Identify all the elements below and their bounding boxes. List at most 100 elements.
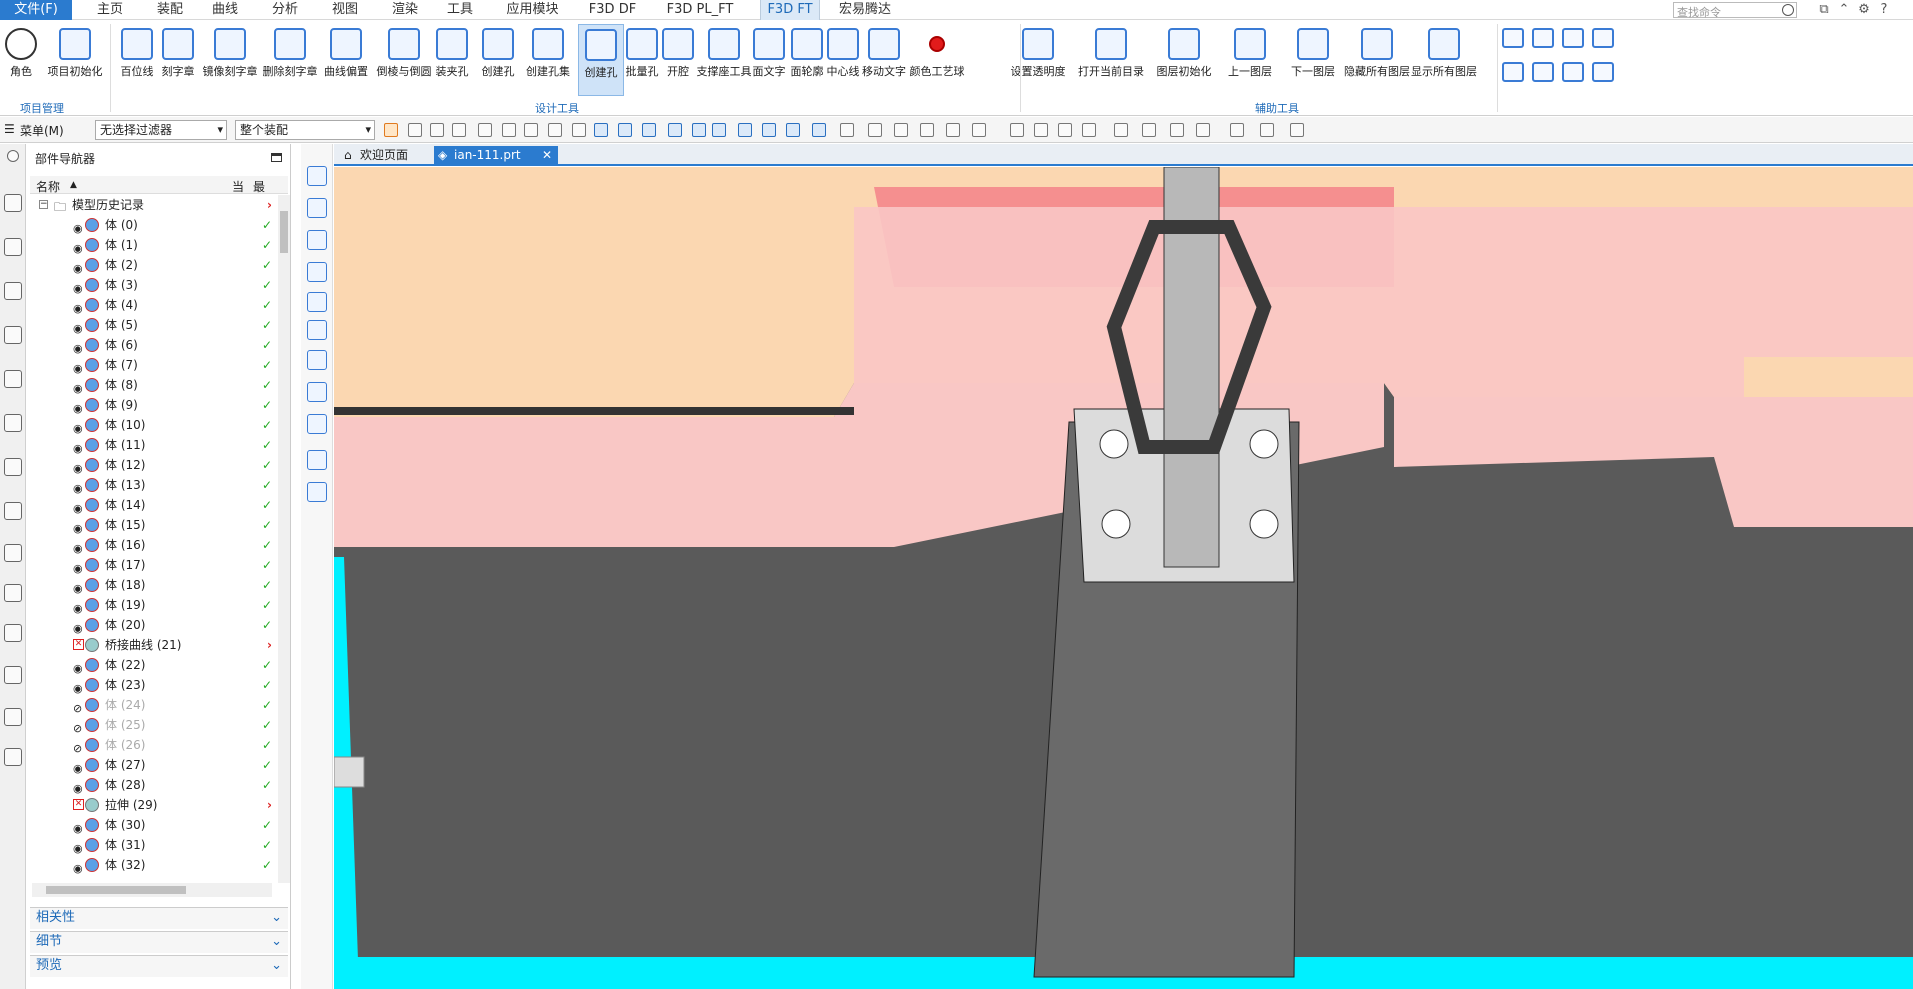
snap-tool-icon[interactable]	[1114, 123, 1128, 137]
menu-tab-1[interactable]: 主页	[90, 0, 130, 20]
ribbon-button-17[interactable]: 中心线	[824, 24, 862, 96]
type-filter-select[interactable]: 无选择过滤器	[95, 120, 227, 140]
resource-icon[interactable]	[4, 326, 22, 344]
snap-tool-icon[interactable]	[452, 123, 466, 137]
resource-icon[interactable]	[4, 502, 22, 520]
snap-tool-icon[interactable]	[1058, 123, 1072, 137]
layer-tool-icon[interactable]	[1592, 62, 1614, 82]
tree-row[interactable]: ◉ 体 (12) ✓	[30, 455, 278, 475]
tool-palette-icon[interactable]	[307, 292, 327, 312]
menu-tab-11[interactable]: F3D FT	[760, 0, 820, 20]
tool-palette-icon[interactable]	[307, 482, 327, 502]
tree-row[interactable]: ◉ 体 (11) ✓	[30, 435, 278, 455]
tree-row[interactable]: ◉ 体 (9) ✓	[30, 395, 278, 415]
layer-tool-icon[interactable]	[1502, 28, 1524, 48]
ribbon-button-1[interactable]: 项目初始化	[40, 24, 110, 96]
ribbon-button-15[interactable]: 面文字	[750, 24, 788, 96]
ribbon-button-23[interactable]: 上一图层	[1222, 24, 1278, 96]
ribbon-button-20[interactable]: 设置透明度	[1008, 24, 1068, 96]
ribbon-button-21[interactable]: 打开当前目录	[1072, 24, 1150, 96]
tool-palette-icon[interactable]	[307, 166, 327, 186]
tree-row[interactable]: ⊘ 体 (25) ✓	[30, 715, 278, 735]
settings-icon[interactable]: ⚙	[1856, 2, 1872, 18]
panel-preview[interactable]: 预览 ⌄	[30, 955, 288, 977]
ribbon-button-8[interactable]: 装夹孔	[432, 24, 472, 96]
snap-tool-icon[interactable]	[1260, 123, 1274, 137]
snap-tool-icon[interactable]	[1196, 123, 1210, 137]
tree-row[interactable]: ◉ 体 (1) ✓	[30, 235, 278, 255]
column-name[interactable]: 名称	[36, 178, 60, 195]
search-icon[interactable]	[1782, 4, 1794, 16]
snap-tool-icon[interactable]	[920, 123, 934, 137]
graphics-viewport[interactable]	[334, 167, 1913, 989]
snap-tool-icon[interactable]	[1010, 123, 1024, 137]
resource-icon[interactable]	[4, 238, 22, 256]
menu-tab-5[interactable]: 视图	[325, 0, 365, 20]
ribbon-button-19[interactable]: 颜色工艺球	[908, 24, 966, 96]
resource-icon[interactable]	[4, 414, 22, 432]
tree-row[interactable]: ◉ 体 (16) ✓	[30, 535, 278, 555]
ribbon-button-5[interactable]: 删除刻字章	[262, 24, 318, 96]
tree-row[interactable]: ✕ 桥接曲线 (21) ›	[30, 635, 278, 655]
snap-tool-icon[interactable]	[524, 123, 538, 137]
resource-icon[interactable]	[4, 282, 22, 300]
vertical-scrollbar[interactable]	[278, 195, 290, 883]
resource-icon[interactable]	[4, 544, 22, 562]
tree-folder-history[interactable]: − 🗀 模型历史记录 ›	[30, 195, 278, 215]
menu-icon[interactable]: ☰	[4, 122, 15, 136]
snap-tool-icon[interactable]	[762, 123, 776, 137]
tree-row[interactable]: ◉ 体 (30) ✓	[30, 815, 278, 835]
tab-welcome[interactable]: ⌂ 欢迎页面	[340, 146, 432, 166]
snap-tool-icon[interactable]	[1142, 123, 1156, 137]
resource-icon[interactable]	[4, 458, 22, 476]
tree-row[interactable]: ◉ 体 (8) ✓	[30, 375, 278, 395]
snap-tool-icon[interactable]	[594, 123, 608, 137]
ribbon-button-10[interactable]: 创建孔集	[524, 24, 572, 96]
ribbon-button-24[interactable]: 下一图层	[1284, 24, 1342, 96]
tree-row[interactable]: ◉ 体 (10) ✓	[30, 415, 278, 435]
tool-palette-icon[interactable]	[307, 414, 327, 434]
ribbon-button-26[interactable]: 显示所有图层	[1410, 24, 1478, 96]
ribbon-button-9[interactable]: 创建孔	[476, 24, 520, 96]
tree-row[interactable]: ◉ 体 (14) ✓	[30, 495, 278, 515]
tool-palette-icon[interactable]	[307, 382, 327, 402]
collapse-ribbon-icon[interactable]: ⌃	[1836, 2, 1852, 18]
tree-row[interactable]: ◉ 体 (15) ✓	[30, 515, 278, 535]
ribbon-button-11[interactable]: 创建孔	[578, 24, 624, 96]
layer-tool-icon[interactable]	[1562, 62, 1584, 82]
menu-tab-0[interactable]: 文件(F)	[0, 0, 72, 20]
snap-tool-icon[interactable]	[384, 123, 398, 137]
resource-icon[interactable]	[4, 194, 22, 212]
tool-palette-icon[interactable]	[307, 198, 327, 218]
ribbon-button-4[interactable]: 镜像刻字章	[202, 24, 258, 96]
maximize-icon[interactable]	[271, 153, 282, 162]
restore-icon[interactable]: ⧉	[1816, 2, 1832, 18]
resource-icon[interactable]	[4, 748, 22, 766]
ribbon-button-13[interactable]: 开腔	[660, 24, 696, 96]
snap-tool-icon[interactable]	[478, 123, 492, 137]
panel-dependencies[interactable]: 相关性 ⌄	[30, 907, 288, 929]
snap-tool-icon[interactable]	[1230, 123, 1244, 137]
help-icon[interactable]: ?	[1876, 2, 1892, 18]
tree-row[interactable]: ◉ 体 (23) ✓	[30, 675, 278, 695]
tree-row[interactable]: ◉ 体 (32) ✓	[30, 855, 278, 875]
tree-row[interactable]: ◉ 体 (18) ✓	[30, 575, 278, 595]
ribbon-button-25[interactable]: 隐藏所有图层	[1342, 24, 1412, 96]
snap-tool-icon[interactable]	[840, 123, 854, 137]
tree-row[interactable]: ⊘ 体 (24) ✓	[30, 695, 278, 715]
snap-tool-icon[interactable]	[894, 123, 908, 137]
tool-palette-icon[interactable]	[307, 350, 327, 370]
scroll-thumb[interactable]	[280, 211, 288, 253]
tree-row[interactable]: ◉ 体 (22) ✓	[30, 655, 278, 675]
close-icon[interactable]: ✕	[542, 146, 552, 165]
snap-tool-icon[interactable]	[738, 123, 752, 137]
snap-tool-icon[interactable]	[548, 123, 562, 137]
resource-icon[interactable]	[4, 584, 22, 602]
tree-row[interactable]: ◉ 体 (2) ✓	[30, 255, 278, 275]
snap-tool-icon[interactable]	[868, 123, 882, 137]
tool-palette-icon[interactable]	[307, 320, 327, 340]
tool-palette-icon[interactable]	[307, 450, 327, 470]
tree-row[interactable]: ⊘ 体 (26) ✓	[30, 735, 278, 755]
tree-row[interactable]: ◉ 体 (20) ✓	[30, 615, 278, 635]
tree-row[interactable]: ◉ 体 (6) ✓	[30, 335, 278, 355]
